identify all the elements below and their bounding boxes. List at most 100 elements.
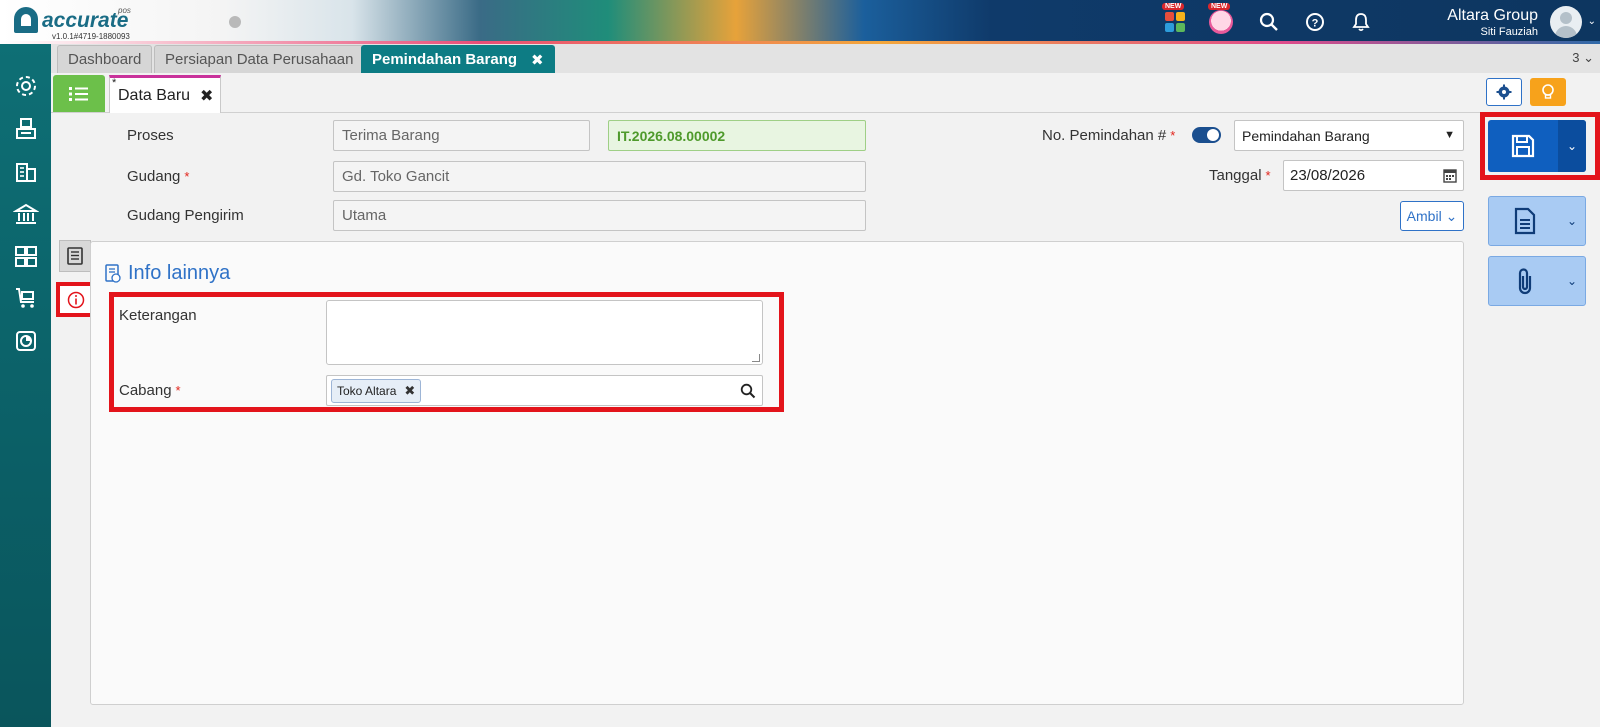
gudang-pengirim-field[interactable]: Utama — [333, 200, 866, 231]
save-main[interactable] — [1488, 120, 1558, 172]
tab-label: Pemindahan Barang — [372, 51, 518, 68]
tab-bar: Dashboard Persiapan Data Perusahaan Pemi… — [51, 44, 1600, 73]
remove-chip-icon[interactable]: ✖ — [404, 383, 415, 399]
chevron-down-icon: ⌄ — [1566, 214, 1578, 228]
search-icon[interactable] — [740, 383, 756, 399]
user-name: Siti Fauziah — [1480, 26, 1538, 38]
attachment-dropdown[interactable]: ⌄ — [1559, 257, 1585, 305]
keterangan-label: Keterangan — [119, 307, 197, 324]
detail-tab[interactable] — [59, 240, 91, 272]
modified-marker: * — [112, 77, 117, 89]
report-icon[interactable] — [12, 327, 40, 355]
logo-sub: pos — [118, 6, 131, 15]
ambil-label: Ambil — [1406, 208, 1442, 224]
no-pemindahan-label-text: No. Pemindahan # — [1042, 127, 1167, 144]
document-icon — [1514, 207, 1536, 235]
cart-icon[interactable] — [12, 284, 40, 312]
tab-count: 3 — [1572, 50, 1580, 65]
chevron-down-icon: ⌄ — [1566, 139, 1578, 153]
required-mark: * — [184, 169, 190, 184]
company-name: Altara Group — [1447, 7, 1538, 24]
chevron-down-icon[interactable]: ⌄ — [1588, 16, 1596, 27]
building-icon[interactable] — [12, 157, 40, 185]
new-badge: NEW — [1208, 3, 1231, 10]
save-button[interactable]: ⌄ — [1488, 120, 1586, 172]
avatar[interactable] — [1550, 6, 1582, 38]
mascot-icon[interactable]: NEW — [1208, 3, 1234, 35]
company-info[interactable]: Altara Group Siti Fauziah — [1447, 7, 1538, 38]
inventory-icon[interactable] — [12, 242, 40, 270]
keterangan-textarea[interactable] — [326, 300, 763, 365]
close-icon[interactable]: ✖ — [200, 86, 213, 106]
gudang-field[interactable]: Gd. Toko Gancit — [333, 161, 866, 192]
settings-icon[interactable] — [12, 72, 40, 100]
gudang-pengirim-label: Gudang Pengirim — [127, 207, 244, 224]
tab-label: Persiapan Data Perusahaan — [165, 51, 354, 68]
tanggal-label-text: Tanggal — [1209, 167, 1262, 184]
proses-number-field[interactable]: IT.2026.08.00002 — [608, 120, 866, 151]
panel-title: Info lainnya — [104, 262, 230, 285]
tanggal-field[interactable]: 23/08/2026 — [1283, 160, 1464, 191]
app-version: v1.0.1#4719-1880093 — [52, 32, 130, 41]
save-icon — [1511, 134, 1535, 158]
lightbulb-icon — [1542, 84, 1554, 99]
cabang-label: Cabang * — [119, 382, 181, 399]
cabang-chip: Toko Altara ✖ — [331, 379, 422, 403]
proses-field[interactable]: Terima Barang — [333, 120, 590, 151]
settings-button[interactable] — [1486, 78, 1522, 106]
gear-icon — [1496, 84, 1512, 100]
select-value: Pemindahan Barang — [1242, 127, 1370, 144]
status-dot — [229, 16, 241, 28]
resize-handle[interactable] — [752, 354, 760, 362]
proses-label: Proses — [127, 127, 174, 144]
tab-dashboard[interactable]: Dashboard — [57, 45, 153, 73]
tab-pemindahan-barang[interactable]: Pemindahan Barang ✖ — [361, 45, 555, 73]
tab-data-baru[interactable]: * Data Baru ✖ — [109, 75, 221, 113]
required-mark: * — [1170, 128, 1176, 143]
no-pemindahan-label: No. Pemindahan # * — [1042, 127, 1175, 144]
top-header: accurate pos v1.0.1#4719-1880093 NEW NEW… — [0, 0, 1600, 44]
gudang-label-text: Gudang — [127, 168, 181, 185]
bell-icon[interactable] — [1348, 9, 1374, 35]
document-icon — [67, 247, 83, 265]
list-view-button[interactable] — [53, 75, 105, 112]
tab-count-dropdown[interactable]: 3 ⌄ — [1572, 50, 1594, 66]
tab-persiapan-data-perusahaan[interactable]: Persiapan Data Perusahaan — [154, 45, 365, 73]
help-icon[interactable]: ? — [1302, 9, 1328, 35]
chevron-down-icon: ⌄ — [1566, 274, 1578, 288]
required-mark: * — [1265, 168, 1271, 183]
new-badge: NEW — [1162, 3, 1185, 10]
left-sidebar — [0, 44, 51, 727]
logo-mark — [14, 7, 38, 33]
close-icon[interactable]: ✖ — [531, 51, 544, 69]
attachment-main[interactable] — [1489, 257, 1561, 305]
chevron-down-icon: ⌄ — [1445, 207, 1458, 224]
cabang-label-text: Cabang — [119, 382, 172, 399]
no-pemindahan-type-select[interactable]: Pemindahan Barang ▼ — [1234, 120, 1464, 151]
print-button[interactable]: ⌄ — [1488, 196, 1586, 246]
cabang-field[interactable]: Toko Altara ✖ — [326, 375, 763, 406]
calendar-icon[interactable] — [1443, 168, 1457, 183]
print-dropdown[interactable]: ⌄ — [1559, 197, 1585, 245]
document-info-icon — [105, 263, 121, 283]
tips-button[interactable] — [1530, 78, 1566, 106]
attachment-button[interactable]: ⌄ — [1488, 256, 1586, 306]
auto-number-toggle[interactable] — [1192, 127, 1221, 143]
tab-label: Dashboard — [68, 51, 142, 68]
sub-tab-bar: * Data Baru ✖ — [51, 73, 1600, 113]
app-logo[interactable]: accurate pos v1.0.1#4719-1880093 — [14, 5, 144, 41]
ambil-button[interactable]: Ambil ⌄ — [1400, 201, 1464, 231]
bank-icon[interactable] — [12, 200, 40, 228]
svg-text:?: ? — [1312, 18, 1319, 30]
apps-icon[interactable]: NEW — [1162, 3, 1188, 35]
paperclip-icon — [1518, 268, 1532, 295]
list-icon — [69, 86, 88, 101]
print-main[interactable] — [1489, 197, 1561, 245]
required-mark: * — [175, 383, 181, 398]
gudang-label: Gudang * — [127, 168, 189, 185]
cashier-icon[interactable] — [12, 114, 40, 142]
save-dropdown[interactable]: ⌄ — [1558, 120, 1586, 172]
panel-title-text: Info lainnya — [128, 262, 231, 284]
chevron-down-icon: ▼ — [1444, 129, 1455, 141]
search-icon[interactable] — [1256, 9, 1282, 35]
